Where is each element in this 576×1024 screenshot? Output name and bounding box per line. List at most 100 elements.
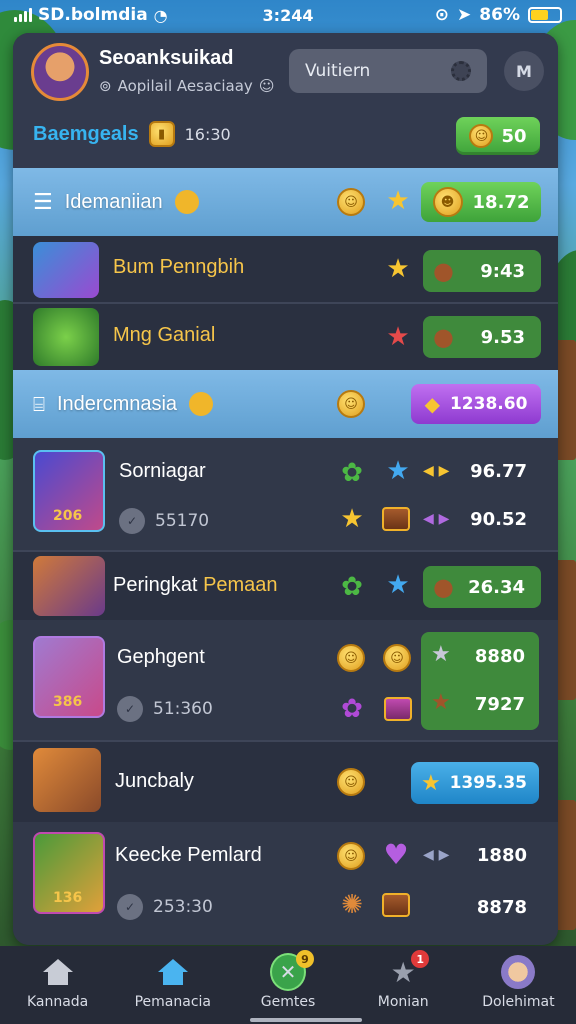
- nav-label: Pemanacia: [134, 994, 211, 1010]
- section-2-value: 1238.60: [449, 394, 528, 414]
- row-value-bottom: ◀ ▶ 90.52: [423, 504, 533, 534]
- star-icon: ★: [386, 456, 410, 486]
- star-icon: ★: [421, 770, 441, 796]
- row-value-top: ◀ ▶ 96.77: [423, 456, 533, 486]
- list-item[interactable]: 136 Keecke Pemlard ✓ 253:30 ☺ ♥ ✺ ◀ ▶ 18…: [13, 822, 558, 945]
- player-avatar[interactable]: [31, 43, 89, 101]
- section-1-value-button[interactable]: ☻ 18.72: [421, 182, 541, 222]
- player-level-badge: 206: [53, 508, 83, 524]
- star-icon: ★: [386, 254, 410, 284]
- nav-label: Kannada: [26, 994, 89, 1010]
- emoji-icon: [189, 392, 214, 416]
- arrow-icon: ◀ ▶: [423, 847, 450, 863]
- arrow-icon: ◀ ▶: [423, 511, 450, 527]
- coin-balance-button[interactable]: ☺ 50: [456, 117, 540, 155]
- list-item[interactable]: Bum Penngbih ★ ● 9:43: [13, 236, 558, 302]
- player-thumbnail: 136: [33, 832, 105, 914]
- row-value-box[interactable]: ★ 1395.35: [411, 762, 539, 804]
- value-top: 1880: [476, 844, 527, 866]
- section-header-1[interactable]: ☰ Idemaniian ☺ ★ ☻ 18.72: [13, 168, 558, 236]
- value-top: 96.77: [470, 460, 527, 482]
- star-icon: ★: [431, 642, 451, 667]
- chart-icon: ⌸: [33, 392, 45, 416]
- coin-icon: ☺: [337, 842, 365, 870]
- arrow-icon: ◀ ▶: [423, 463, 450, 479]
- list-item[interactable]: Peringkat Pemaan ✿ ★ ● 26.34: [13, 552, 558, 620]
- status-bar: SD.bolmdia ◔ 3:244 ⊙ ➤ 86%: [0, 0, 576, 30]
- nav-item-monian[interactable]: ★ 1 Monian: [346, 946, 461, 1024]
- star-icon: ★ 1: [385, 950, 430, 989]
- paw-icon: ✺: [341, 890, 363, 920]
- row-sub-value: 51:360: [153, 699, 213, 719]
- chest-icon: [381, 890, 411, 920]
- player-thumbnail: [33, 556, 105, 616]
- row-value: 26.34: [468, 576, 525, 598]
- nav-item-gemtes[interactable]: ✕ 9 Gemtes: [230, 946, 345, 1024]
- heart-icon: ♥: [383, 838, 409, 871]
- menu-button[interactable]: M: [504, 51, 544, 91]
- player-thumbnail: [33, 748, 101, 812]
- row-name: Keecke Pemlard: [115, 844, 262, 866]
- home-icon: [155, 956, 191, 988]
- nav-item-dolehimat[interactable]: Dolehimat: [461, 946, 576, 1024]
- player-level-badge: 136: [53, 890, 83, 906]
- row-sub-value: 253:30: [153, 897, 213, 917]
- gear-icon[interactable]: [451, 61, 471, 81]
- row-name: Juncbaly: [115, 770, 194, 792]
- row-name-part: Peringkat: [113, 574, 198, 596]
- coin-icon: ☺: [337, 390, 365, 418]
- coin-icon: ☺: [337, 188, 365, 216]
- list-item[interactable]: Juncbaly ☺ ★ 1395.35: [13, 742, 558, 822]
- list-item[interactable]: 386 Gephgent ✓ 51:360 ☺ ☺ ✿ ★ 8880 ★ 792…: [13, 620, 558, 740]
- row-value-panel[interactable]: ★ 8880 ★ 7927: [421, 632, 539, 730]
- chest-icon: [383, 694, 413, 724]
- home-icon: [40, 956, 76, 988]
- check-icon: ✓: [119, 508, 145, 534]
- nav-label: Monian: [377, 994, 429, 1010]
- chest-icon: [381, 504, 411, 534]
- row-name-highlight: Pemaan: [203, 574, 278, 596]
- game-icon: ✕ 9: [270, 950, 314, 991]
- header-timer: 16:30: [184, 124, 231, 144]
- row-subtitle: ✓ 253:30: [117, 894, 213, 920]
- signal-icon: [14, 8, 32, 22]
- search-input[interactable]: Vuitiern: [289, 49, 487, 93]
- nav-item-kannada[interactable]: Kannada: [0, 946, 115, 1024]
- row-value-box[interactable]: ● 26.34: [423, 566, 541, 608]
- leaderboard-panel: Seoanksuikad ⊚ Aopilail Aesaciaay ☺ Vuit…: [13, 33, 558, 945]
- list-item[interactable]: Mng Ganial ★ ● 9.53: [13, 304, 558, 370]
- info-icon: ⊚: [99, 77, 112, 95]
- sync-icon: ⊙: [434, 5, 450, 25]
- ticket-icon: ◆: [424, 392, 440, 416]
- coin-icon: ☺: [383, 644, 411, 672]
- panel-header: Seoanksuikad ⊚ Aopilail Aesaciaay ☺ Vuit…: [13, 33, 558, 168]
- row-subtitle: ✓ 51:360: [117, 696, 213, 722]
- section-header-2[interactable]: ⌸ Indercmnasia ☺ ◆ 1238.60: [13, 370, 558, 438]
- search-value: Vuitiern: [305, 61, 371, 81]
- section-2-value-button[interactable]: ◆ 1238.60: [411, 384, 541, 424]
- player-level-badge: 386: [53, 694, 83, 710]
- notification-badge: 1: [411, 950, 430, 968]
- player-subtitle-text: Aopilail Aesaciaay: [117, 77, 253, 95]
- coin-balance: 50: [501, 125, 527, 147]
- page-title: Baemgeals: [33, 122, 139, 145]
- row-name: Peringkat Pemaan: [113, 574, 278, 597]
- row-value-box[interactable]: ● 9.53: [423, 316, 541, 358]
- notification-badge: 9: [296, 950, 314, 968]
- acorn-icon: ●: [433, 573, 454, 601]
- star-icon: ★: [386, 186, 410, 216]
- header-title-row: Baemgeals ▮ 16:30: [33, 121, 231, 147]
- check-icon: ✓: [117, 894, 143, 920]
- location-icon: ➤: [457, 5, 472, 25]
- smile-icon: ☺: [258, 77, 275, 95]
- list-item[interactable]: 206 Sorniagar ✓ 55170 ✿ ★ ★ ◀ ▶ 96.77 ◀ …: [13, 438, 558, 550]
- gift-icon: ✿: [341, 572, 363, 602]
- row-sub-value: 55170: [155, 511, 210, 531]
- nav-item-pemanacia[interactable]: Pemanacia: [115, 946, 230, 1024]
- value-bottom: 90.52: [470, 508, 527, 530]
- acorn-icon: ●: [433, 323, 454, 351]
- player-subtitle: ⊚ Aopilail Aesaciaay ☺: [99, 77, 274, 95]
- row-name: Bum Penngbih: [113, 256, 245, 278]
- list-icon: ☰: [33, 189, 53, 215]
- row-value-box[interactable]: ● 9:43: [423, 250, 541, 292]
